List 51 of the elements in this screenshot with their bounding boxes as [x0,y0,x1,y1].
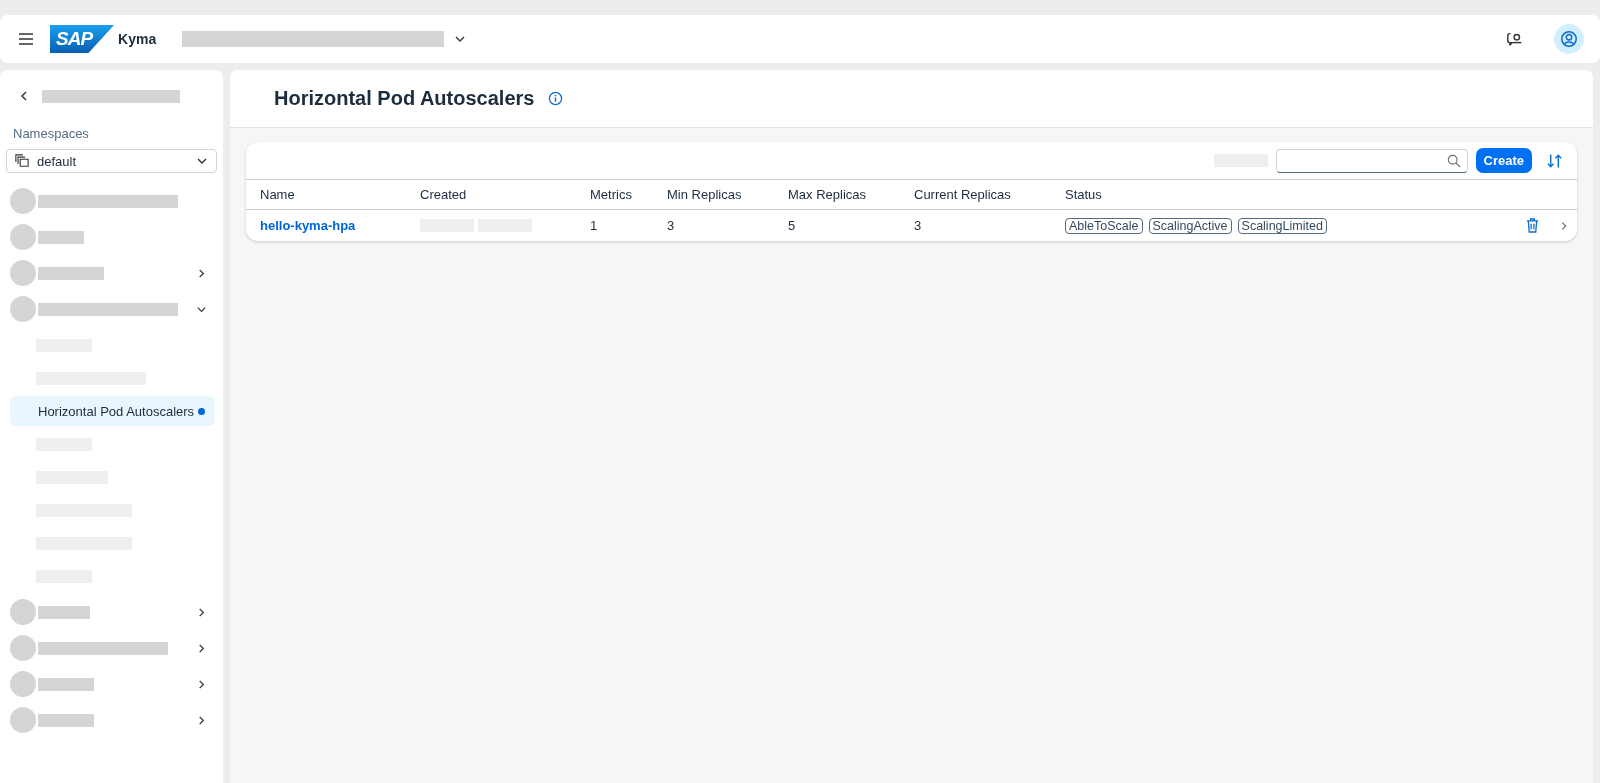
logo[interactable]: SAP [50,25,115,53]
menu-icon[interactable] [18,31,34,47]
search-field[interactable] [1275,148,1468,173]
column-header[interactable]: Min Replicas [667,187,788,202]
column-header[interactable]: Current Replicas [914,187,1065,202]
product-name: Kyma [118,31,157,47]
chevron-right-icon[interactable] [196,642,207,654]
status-tag: ScalingLimited [1237,217,1327,234]
status-tag: ScalingActive [1148,217,1232,234]
page-title: Horizontal Pod Autoscalers [274,87,535,110]
nav-icon [10,224,36,250]
nav-sub-item[interactable]: Horizontal Pod Autoscalers [10,396,215,426]
feedback-icon[interactable] [1506,30,1524,48]
user-avatar[interactable] [1554,24,1584,54]
namespace-select[interactable]: default [6,149,217,173]
redacted-bar [38,713,94,727]
table-cell-text: 3 [914,218,923,233]
resource-link[interactable]: hello-kyma-hpa [260,218,420,233]
delete-icon[interactable] [1526,218,1539,233]
back-icon[interactable] [18,90,30,102]
redacted-bar [38,230,84,244]
table-cell-text: 5 [788,218,797,233]
stack-icon [15,154,29,168]
namespaces-label: Namespaces [13,126,90,141]
table-cell-text: 1 [590,218,599,233]
nav-icon [10,635,36,661]
chevron-right-icon[interactable] [196,267,207,279]
column-header[interactable]: Created [420,187,590,202]
sort-icon[interactable] [1546,152,1563,169]
redacted-bar [38,605,90,619]
create-button[interactable]: Create [1475,148,1532,173]
table-cell-text: 3 [667,218,676,233]
nav-icon [10,260,36,286]
nav-icon [10,671,36,697]
chevron-right-icon[interactable] [196,678,207,690]
chevron-right-icon[interactable] [196,606,207,618]
search-icon [1446,153,1461,168]
info-icon[interactable] [548,91,564,106]
column-header[interactable]: Metrics [590,187,667,202]
column-header[interactable]: Max Replicas [788,187,914,202]
redacted-bar [38,266,104,280]
chevron-right-icon[interactable] [196,714,207,726]
nav-icon [10,296,36,322]
nav-icon [10,599,36,625]
nav-icon [10,188,36,214]
nav-icon [10,707,36,733]
redacted-bar [38,677,94,691]
selection-dot [198,407,205,415]
column-header[interactable]: Status [1065,187,1507,202]
column-header[interactable]: Name [260,187,420,202]
status-tag: AbleToScale [1065,217,1143,234]
